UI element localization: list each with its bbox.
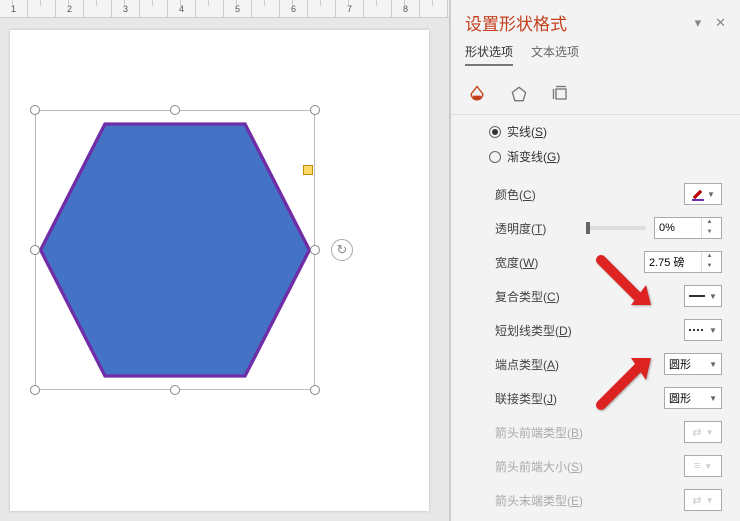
fill-line-tab-icon[interactable]: [465, 82, 489, 106]
compound-dropdown[interactable]: ▼: [684, 285, 722, 307]
tab-text-options[interactable]: 文本选项: [531, 43, 579, 66]
size-tab-icon[interactable]: [549, 82, 573, 106]
resize-handle-bl[interactable]: [30, 385, 40, 395]
app-root: 1 2 34 56 78 910 1112 1314 1516: [0, 0, 740, 521]
row-arrow-end-size: 箭头末端大小(N) ≡▼: [465, 517, 740, 521]
line-gradient-radio[interactable]: 渐变线(G): [465, 144, 740, 169]
resize-handle-ml[interactable]: [30, 245, 40, 255]
transparency-spinner[interactable]: ▲▼: [654, 217, 722, 239]
slide-page[interactable]: ↻: [10, 30, 429, 511]
row-dash: 短划线类型(D) ▼: [465, 313, 740, 347]
chevron-down-icon: ▼: [704, 462, 712, 471]
resize-handle-br[interactable]: [310, 385, 320, 395]
chevron-down-icon: ▼: [709, 360, 717, 369]
width-input[interactable]: [645, 256, 701, 268]
radio-icon: [489, 126, 501, 138]
format-shape-panel: 设置形状格式 ▾ ✕ 形状选项 文本选项: [450, 0, 740, 521]
row-arrow-begin-size: 箭头前端大小(S) ≡▼: [465, 449, 740, 483]
join-dropdown[interactable]: 圆形▼: [664, 387, 722, 409]
transparency-slider[interactable]: [586, 226, 646, 230]
rotate-handle[interactable]: ↻: [331, 239, 353, 261]
dash-dropdown[interactable]: ▼: [684, 319, 722, 341]
panel-header: 设置形状格式 ▾ ✕ 形状选项 文本选项: [451, 0, 740, 72]
arrow-icon: ≡: [694, 460, 700, 472]
chevron-down-icon: ▼: [707, 190, 715, 199]
row-transparency: 透明度(T) ▲▼: [465, 211, 740, 245]
line-solid-radio[interactable]: 实线(S): [465, 119, 740, 144]
resize-handle-tr[interactable]: [310, 105, 320, 115]
resize-handle-bm[interactable]: [170, 385, 180, 395]
spin-down[interactable]: ▼: [702, 262, 717, 272]
row-compound: 复合类型(C) ▼: [465, 279, 740, 313]
row-arrow-begin-type: 箭头前端类型(B) ⇄▼: [465, 415, 740, 449]
row-arrow-end-type: 箭头末端类型(E) ⇄▼: [465, 483, 740, 517]
spin-up[interactable]: ▲: [702, 218, 717, 228]
cap-dropdown[interactable]: 圆形▼: [664, 353, 722, 375]
chevron-down-icon: ▼: [706, 496, 714, 505]
resize-handle-tm[interactable]: [170, 105, 180, 115]
arrow-end-type-dropdown: ⇄▼: [684, 489, 722, 511]
row-cap: 端点类型(A) 圆形▼: [465, 347, 740, 381]
shape-selection[interactable]: ↻: [35, 110, 315, 390]
spin-down[interactable]: ▼: [702, 228, 717, 238]
category-tabs: [451, 72, 740, 115]
spin-up[interactable]: ▲: [702, 252, 717, 262]
transparency-input[interactable]: [655, 222, 701, 234]
canvas-area[interactable]: 1 2 34 56 78 910 1112 1314 1516: [0, 0, 450, 521]
color-picker-button[interactable]: ▼: [684, 183, 722, 205]
panel-close-icon[interactable]: ✕: [715, 15, 726, 31]
row-join: 联接类型(J) 圆形▼: [465, 381, 740, 415]
ruler-tick: 1: [0, 0, 28, 17]
arrow-icon: ⇄: [692, 426, 701, 439]
pencil-icon: [691, 187, 705, 201]
adjustment-handle[interactable]: [303, 165, 313, 175]
resize-handle-tl[interactable]: [30, 105, 40, 115]
arrow-icon: ⇄: [692, 494, 701, 507]
width-spinner[interactable]: ▲▼: [644, 251, 722, 273]
panel-scroll-body[interactable]: 实线(S) 渐变线(G) 颜色(C) ▼ 透明度(T): [451, 115, 740, 521]
line-icon: [689, 295, 705, 297]
chevron-down-icon: ▼: [709, 292, 717, 301]
panel-dropdown-icon[interactable]: ▾: [695, 15, 702, 31]
dash-icon: [689, 329, 705, 331]
arrow-begin-type-dropdown: ⇄▼: [684, 421, 722, 443]
chevron-down-icon: ▼: [709, 394, 717, 403]
arrow-begin-size-dropdown: ≡▼: [684, 455, 722, 477]
tab-shape-options[interactable]: 形状选项: [465, 43, 513, 66]
chevron-down-icon: ▼: [709, 326, 717, 335]
panel-title: 设置形状格式: [465, 10, 567, 35]
resize-handle-mr[interactable]: [310, 245, 320, 255]
ruler-horizontal: 1 2 34 56 78 910 1112 1314 1516: [0, 0, 449, 18]
chevron-down-icon: ▼: [706, 428, 714, 437]
radio-icon: [489, 151, 501, 163]
selection-border: [35, 110, 315, 390]
row-width: 宽度(W) ▲▼: [465, 245, 740, 279]
row-color: 颜色(C) ▼: [465, 177, 740, 211]
effects-tab-icon[interactable]: [507, 82, 531, 106]
